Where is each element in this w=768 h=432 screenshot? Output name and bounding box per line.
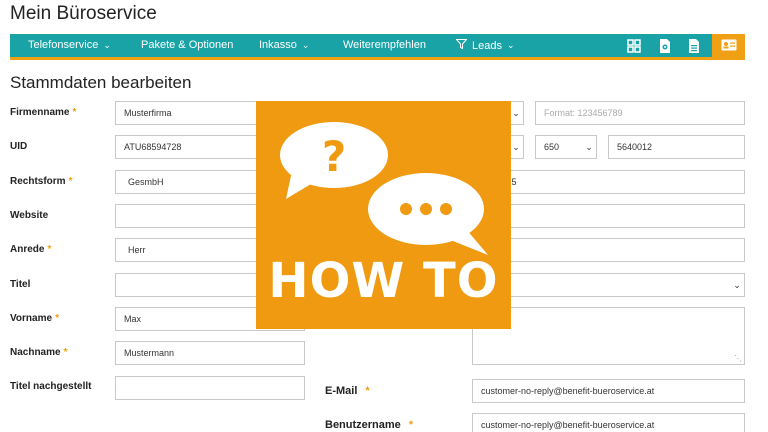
nav-item-profile-active[interactable] bbox=[712, 34, 745, 60]
nav-item-label: Leads bbox=[472, 39, 502, 52]
nav-item-label: Pakete & Optionen bbox=[141, 39, 234, 51]
id-card-icon bbox=[721, 38, 737, 56]
chevron-down-icon: ⌄ bbox=[103, 39, 111, 50]
city-input[interactable]: n bbox=[472, 238, 745, 262]
phone-input[interactable]: Format: 123456789 bbox=[535, 101, 745, 125]
required-marker: * bbox=[63, 347, 68, 358]
nav-item-label: Inkasso bbox=[259, 39, 297, 51]
grid-icon[interactable] bbox=[627, 38, 641, 54]
label-benutzername: Benutzername * bbox=[325, 419, 414, 431]
label-anrede: Anrede * bbox=[10, 244, 52, 255]
nav-item-weiterempfehlen[interactable]: Weiterempfehlen bbox=[343, 39, 426, 51]
chevron-down-icon: ⌄ bbox=[301, 39, 310, 50]
chevron-down-icon: ⌄ bbox=[512, 107, 520, 118]
phone-number-input[interactable]: 5640012 bbox=[608, 135, 745, 159]
required-marker: * bbox=[72, 107, 77, 118]
label-rechtsform: Rechtsform * bbox=[10, 176, 73, 187]
label-vorname: Vorname * bbox=[10, 313, 59, 324]
app-title: Mein Büroservice bbox=[10, 3, 157, 24]
document-icon[interactable] bbox=[687, 38, 701, 54]
required-marker: * bbox=[68, 176, 73, 187]
username-input[interactable]: customer-no-reply@benefit-bueroservice.a… bbox=[472, 413, 745, 432]
required-marker: * bbox=[55, 313, 59, 324]
page-title: Stammdaten bearbeiten bbox=[10, 73, 192, 92]
howto-overlay: ? HOW TO bbox=[256, 101, 511, 329]
label-titel: Titel bbox=[10, 279, 31, 290]
label-titel-nachgestellt: Titel nachgestellt bbox=[10, 381, 92, 392]
required-marker: * bbox=[365, 385, 370, 397]
zip-input[interactable] bbox=[472, 204, 745, 228]
chevron-down-icon: ⌄ bbox=[506, 40, 515, 50]
notes-textarea[interactable]: ⋱ bbox=[472, 307, 745, 365]
howto-text: HOW TO bbox=[268, 253, 499, 309]
nav-item-inkasso[interactable]: Inkasso ⌄ bbox=[259, 39, 309, 51]
filter-icon bbox=[455, 39, 468, 52]
document-gear-icon[interactable] bbox=[658, 38, 672, 54]
nav-item-label: Weiterempfehlen bbox=[343, 39, 426, 51]
nav-item-label: Telefonservice bbox=[28, 39, 99, 51]
nav-item-leads[interactable]: Leads ⌄ bbox=[455, 39, 515, 52]
required-marker: * bbox=[47, 244, 52, 255]
email-input[interactable]: customer-no-reply@benefit-bueroservice.a… bbox=[472, 379, 745, 403]
required-marker: * bbox=[408, 419, 414, 431]
label-website: Website bbox=[10, 210, 49, 221]
chevron-down-icon: ⌄ bbox=[585, 141, 593, 152]
nav-item-pakete-optionen[interactable]: Pakete & Optionen bbox=[141, 39, 233, 51]
street-input[interactable]: latz 5 bbox=[472, 170, 745, 194]
chevron-down-icon: ⌄ bbox=[733, 279, 741, 290]
main-navbar: Telefonservice ⌄ Pakete & Optionen Inkas… bbox=[10, 34, 745, 60]
svg-text:?: ? bbox=[322, 132, 346, 181]
titel-nachgestellt-input[interactable] bbox=[115, 376, 305, 400]
label-email: E-Mail * bbox=[325, 385, 370, 397]
nav-item-telefonservice[interactable]: Telefonservice ⌄ bbox=[28, 39, 111, 51]
chat-bubble-icon bbox=[368, 173, 488, 255]
resize-handle-icon[interactable]: ⋱ bbox=[734, 354, 742, 363]
label-firmenname: Firmenname * bbox=[10, 107, 77, 118]
label-uid: UID bbox=[10, 141, 28, 152]
chevron-down-icon: ⌄ bbox=[512, 141, 520, 152]
country-select[interactable]: ch⌄ bbox=[472, 273, 745, 297]
label-nachname: Nachname * bbox=[10, 347, 68, 358]
area-code-select[interactable]: 650 ⌄ bbox=[535, 135, 597, 159]
nachname-input[interactable]: Mustermann bbox=[115, 341, 305, 365]
